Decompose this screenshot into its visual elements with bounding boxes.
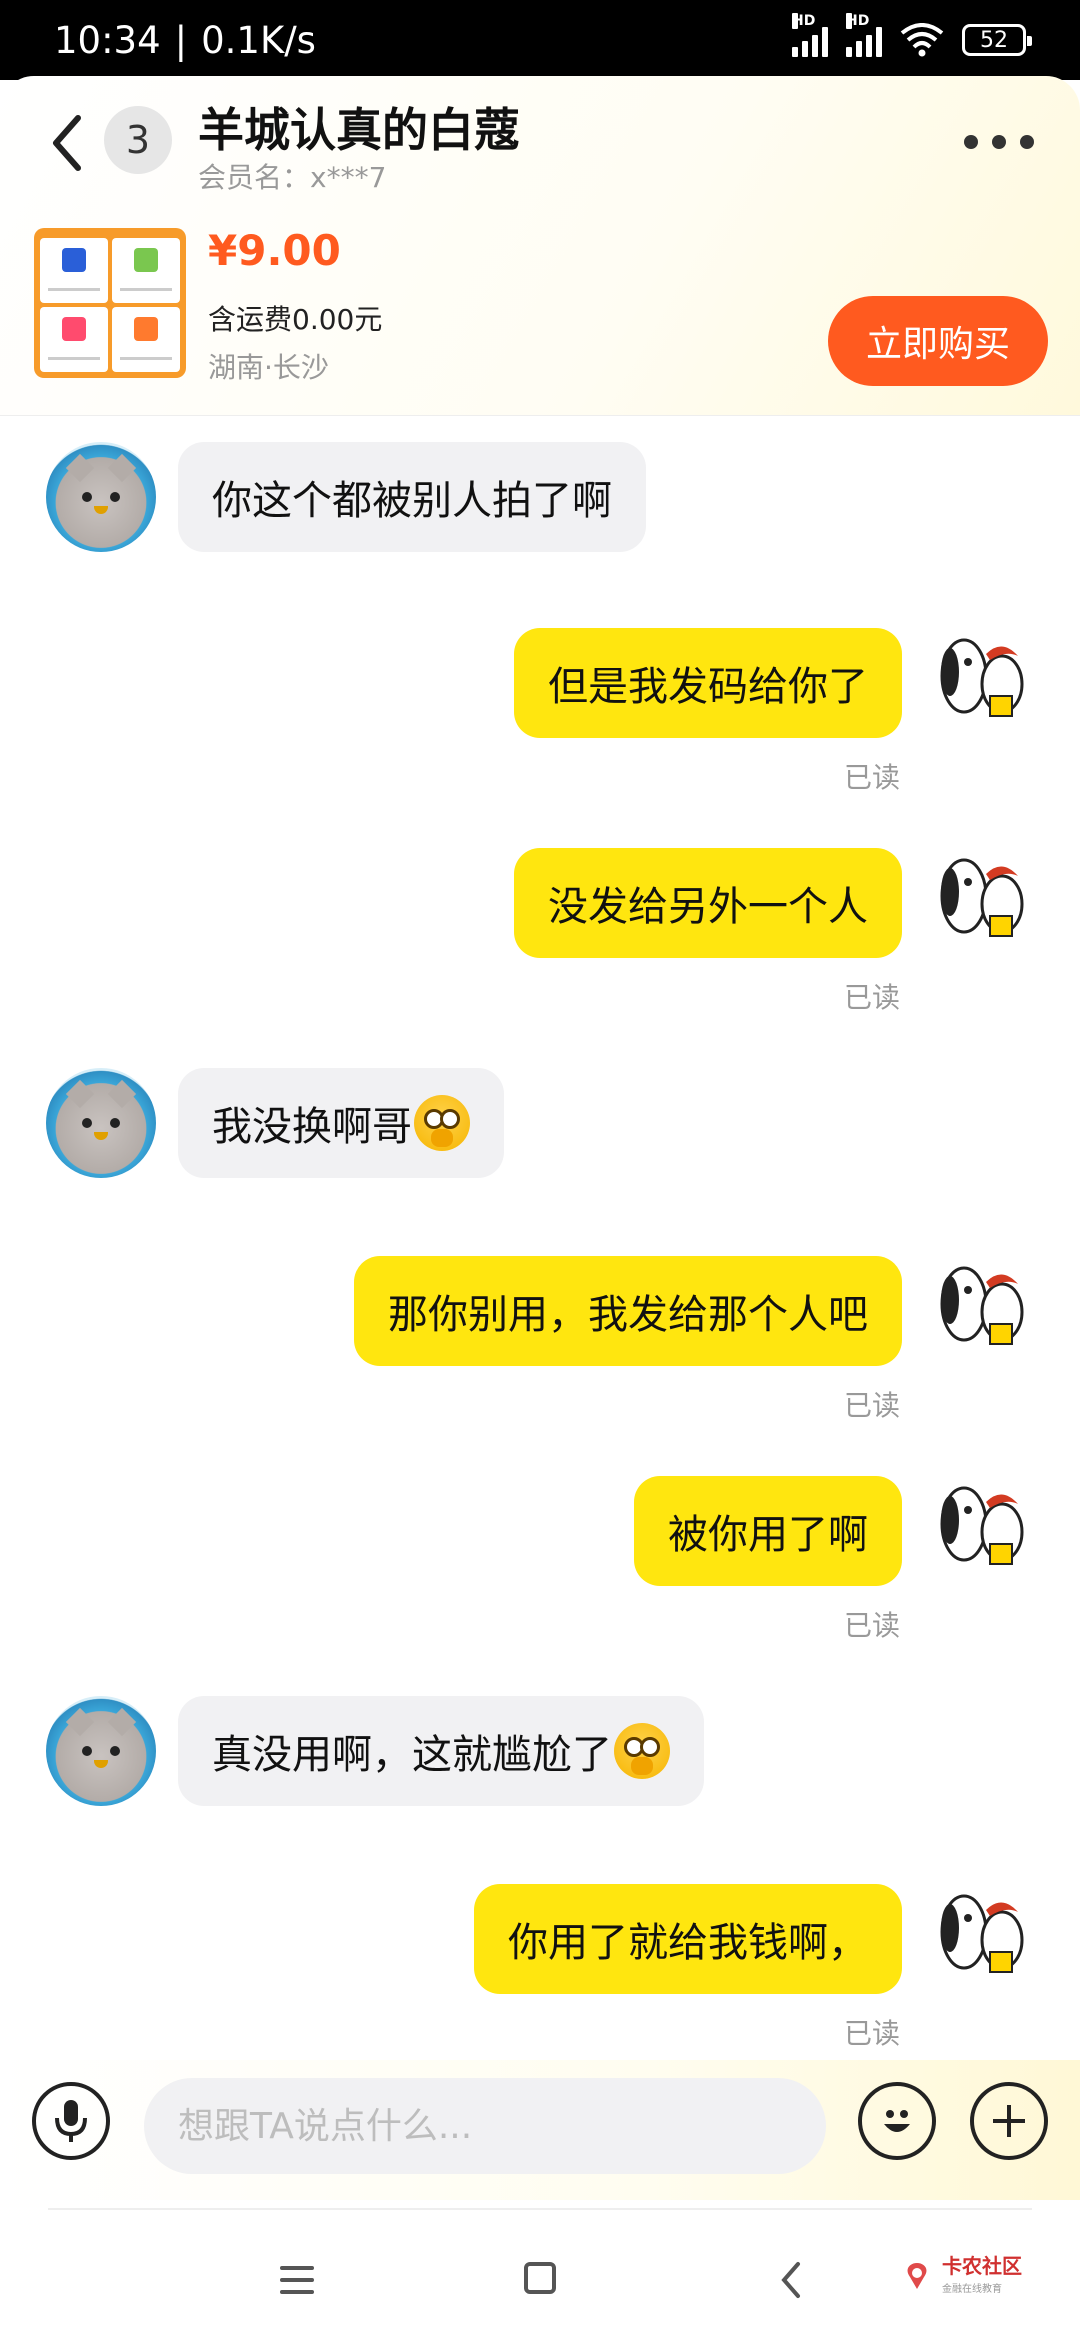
user-avatar[interactable]: [926, 1472, 1036, 1582]
battery-level: 52: [980, 27, 1008, 53]
member-name: 会员名：x***7: [198, 161, 387, 194]
microphone-icon: [55, 2100, 87, 2142]
incoming-message[interactable]: 我没换啊哥: [178, 1068, 504, 1178]
seller-avatar[interactable]: [46, 1068, 156, 1178]
watermark-logo-icon: [907, 2262, 927, 2289]
seller-avatar[interactable]: [46, 442, 156, 552]
wifi-icon: [900, 23, 944, 57]
hd-label: HD: [846, 13, 870, 29]
more-dots-icon[interactable]: [964, 124, 1034, 160]
seller-avatar[interactable]: [46, 1696, 156, 1806]
chat-title: 羊城认真的白蔻: [198, 103, 520, 157]
signal-icon: HD: [846, 13, 882, 57]
read-receipt: 已读: [843, 761, 900, 794]
thumbnail-tile: [112, 238, 180, 303]
recent-apps-icon[interactable]: [280, 2266, 314, 2294]
thumbnail-tile: [40, 307, 108, 372]
message-list[interactable]: 你这个都被别人拍了啊 但是我发码给你了 已读 没发给另外一个人 已读 我没换啊哥…: [0, 420, 1080, 2070]
message-input[interactable]: [144, 2078, 826, 2174]
product-thumbnail[interactable]: [34, 228, 186, 378]
outgoing-message[interactable]: 你用了就给我钱啊，: [474, 1884, 902, 1994]
plus-icon: [993, 2105, 1025, 2137]
read-receipt: 已读: [843, 981, 900, 1014]
watermark-subtitle: 金融在线教育: [942, 2284, 1002, 2295]
user-avatar[interactable]: [926, 844, 1036, 954]
battery-icon: 52: [962, 24, 1032, 56]
read-receipt: 已读: [843, 1389, 900, 1422]
emoji-button[interactable]: [858, 2082, 936, 2160]
back-nav-icon[interactable]: [776, 2260, 806, 2300]
voice-button[interactable]: [32, 2082, 110, 2160]
pleading-emoji-icon: [414, 1095, 470, 1151]
user-avatar[interactable]: [926, 1252, 1036, 1362]
watermark-title: 卡农社区: [942, 2254, 1022, 2278]
message-text: 我没换啊哥: [212, 1104, 412, 1150]
signal-icon: HD: [792, 13, 828, 57]
status-bar: 10:34 | 0.1K/s HD HD 52: [0, 0, 1080, 80]
nav-divider: [48, 2208, 1032, 2210]
input-bar: [0, 2060, 1080, 2200]
read-receipt: 已读: [843, 1609, 900, 1642]
emoji-icon: [884, 2110, 910, 2132]
read-receipt: 已读: [843, 2017, 900, 2050]
product-price: ¥9.00: [208, 226, 341, 275]
outgoing-message[interactable]: 那你别用，我发给那个人吧: [354, 1256, 902, 1366]
outgoing-message[interactable]: 但是我发码给你了: [514, 628, 902, 738]
back-chevron-icon[interactable]: [44, 108, 94, 178]
pleading-emoji-icon: [614, 1723, 670, 1779]
status-time: 10:34: [54, 18, 161, 62]
shipping-fee: 含运费0.00元: [208, 303, 383, 336]
buy-now-button[interactable]: 立即购买: [828, 296, 1048, 386]
hd-label: HD: [792, 13, 816, 29]
plus-button[interactable]: [970, 2082, 1048, 2160]
message-text: 真没用啊，这就尴尬了: [212, 1732, 612, 1778]
watermark: 卡农社区 金融在线教育: [900, 2256, 1022, 2295]
system-nav-bar: 卡农社区 金融在线教育: [0, 2212, 1080, 2340]
seller-location: 湖南·长沙: [208, 351, 329, 384]
status-left: 10:34 | 0.1K/s: [54, 19, 316, 62]
status-right: HD HD 52: [792, 13, 1032, 57]
unread-count-badge[interactable]: 3: [104, 106, 172, 174]
thumbnail-tile: [112, 307, 180, 372]
outgoing-message[interactable]: 没发给另外一个人: [514, 848, 902, 958]
home-icon[interactable]: [524, 2262, 556, 2294]
incoming-message[interactable]: 你这个都被别人拍了啊: [178, 442, 646, 552]
incoming-message[interactable]: 真没用啊，这就尴尬了: [178, 1696, 704, 1806]
status-separator: |: [174, 18, 188, 62]
user-avatar[interactable]: [926, 624, 1036, 734]
user-avatar[interactable]: [926, 1880, 1036, 1990]
chat-header: 3 羊城认真的白蔻 会员名：x***7 ¥9.00 含运费0.00元 湖南·长沙…: [0, 76, 1080, 416]
network-speed: 0.1K/s: [201, 18, 316, 62]
outgoing-message[interactable]: 被你用了啊: [634, 1476, 902, 1586]
thumbnail-tile: [40, 238, 108, 303]
